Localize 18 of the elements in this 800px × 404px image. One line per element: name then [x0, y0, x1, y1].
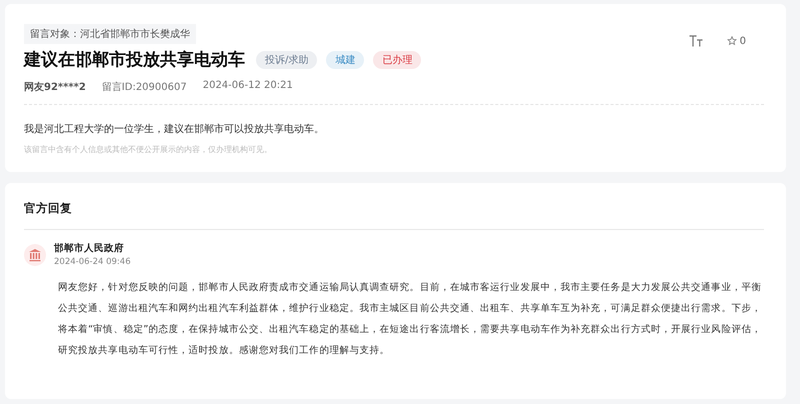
category-tag: 城建 [326, 50, 364, 68]
message-id: 留言ID:20900607 [102, 80, 187, 94]
section-heading: 官方回复 [24, 201, 73, 216]
message-time: 2024-06-12 20:21 [202, 80, 293, 93]
star-icon[interactable] [726, 36, 737, 46]
font-size-icon[interactable] [688, 35, 703, 47]
message-text: 我是河北工程大学的一位学生，建议在邯郸市可以投放共享电动车。 [24, 122, 325, 136]
privacy-note: 该留言中含有个人信息或其他不便公开展示的内容，仅办理机构可见。 [24, 144, 273, 155]
favorite-count: 0 [740, 36, 746, 46]
category-tag: 已办理 [373, 50, 422, 68]
category-tag: 投诉/求助 [256, 50, 318, 68]
building-icon [28, 248, 42, 262]
message-title: 建议在邯郸市投放共享电动车 [24, 49, 245, 71]
recipient-label: 留言对象：河北省邯郸市市长樊成华 [24, 24, 196, 44]
reply-text: 网友您好，针对您反映的问题，邯郸市人民政府责成市交通运输局认真调查研究。目前，在城市客运行业发展中，我市主要任务是大力发展公共交通事业，平衡公共交通、巡游出租汽车和网约出租汽车利益群体，维护行业稳定。我市主城区目前公共交通、出租车、共享单车互为补充，可满足群众便捷出行需求。下步，将本着“审慎、稳定”的态度，在保持城市公交、出租汽车稳定的基础上，在短途出行客流增长，需要共享电动车作为补充群众出行方式时，开展行业风险评估，研究投放共享电动车可行性，适时投放。感谢您对我们工作的理解与支持。 [58, 281, 762, 358]
author-name: 网友92****2 [24, 80, 86, 94]
organization-name: 邯郸市人民政府 [54, 242, 125, 255]
reply-time: 2024-06-24 09:46 [54, 257, 131, 267]
